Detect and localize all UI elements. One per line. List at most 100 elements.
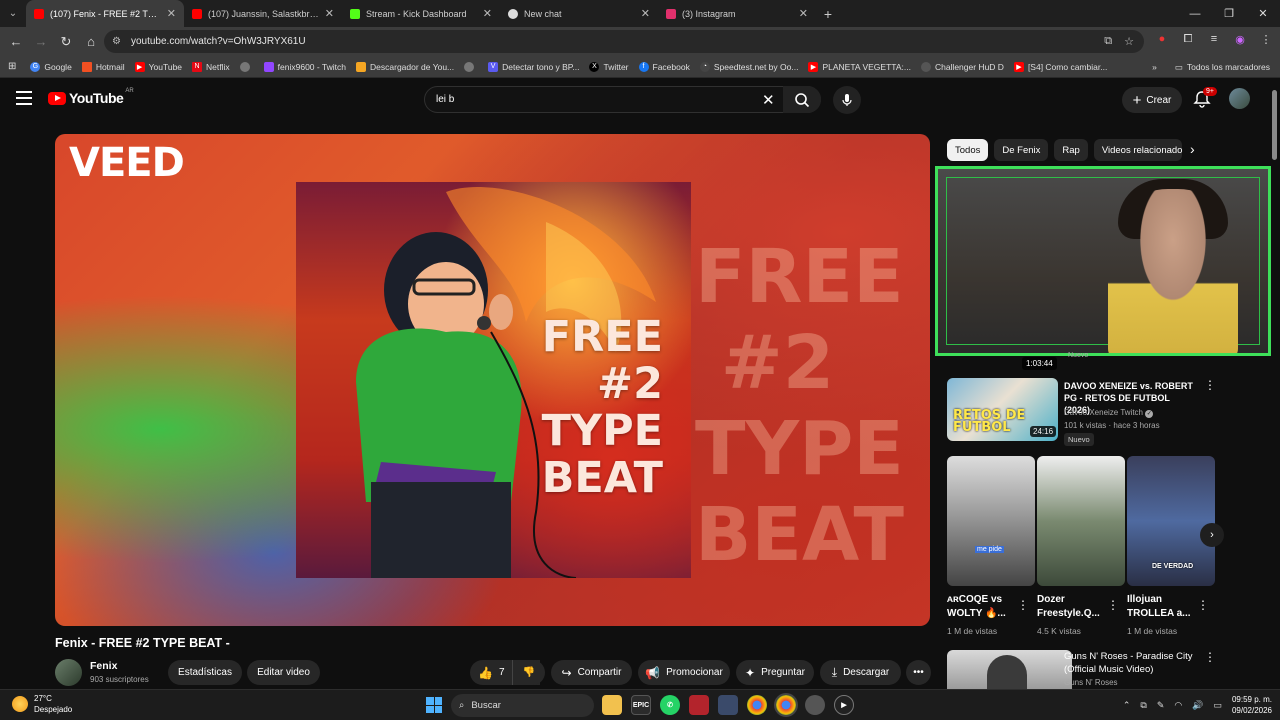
close-icon[interactable]: ✕ (483, 7, 492, 20)
chip-de-fenix[interactable]: De Fenix (994, 139, 1049, 161)
video-player[interactable]: VEED FREE #2 TYPE BEAT FREE #2 TYPE BEAT (55, 134, 930, 626)
windows-start-icon[interactable] (426, 697, 442, 713)
install-icon[interactable]: ⧉ (1104, 35, 1112, 48)
tab-new-chat[interactable]: New chat ✕ (500, 0, 658, 27)
chrome-icon[interactable] (747, 695, 767, 715)
bookmark-detectar-tono[interactable]: V Detectar tono y BP... (488, 61, 579, 72)
bookmarks-overflow[interactable]: » ▭ Todos los marcadores (1152, 56, 1270, 77)
home-icon[interactable]: ⌂ (79, 30, 103, 54)
rec-video-title[interactable]: Guns N' Roses - Paradise City (Official … (1064, 650, 1204, 676)
search-button[interactable] (783, 86, 821, 113)
rec-video-channel[interactable]: Davoo Xeneize Twitch ✓ (1064, 408, 1154, 418)
bookmark-facebook[interactable]: f Facebook (638, 61, 690, 72)
short-thumbnail[interactable]: DE VERDAD (1127, 456, 1215, 586)
bookmark-como-cambiar[interactable]: ▶ [S4] Como cambiar... (1013, 61, 1107, 72)
short-title[interactable]: ᴀʀCOQE vs WOLTY 🔥... (947, 593, 1019, 621)
app-tray-icon[interactable]: ⧉ (1140, 700, 1146, 711)
short-thumbnail[interactable] (1037, 456, 1125, 586)
voice-search-button[interactable] (833, 86, 861, 114)
extensions-puzzle-icon[interactable]: ⧠ (1180, 31, 1196, 47)
more-vertical-icon[interactable]: ⋮ (1197, 598, 1209, 612)
weather-widget[interactable]: 27°C Despejado (12, 693, 72, 715)
chevron-right-icon[interactable]: › (1190, 141, 1195, 157)
reload-icon[interactable]: ↻ (54, 30, 78, 54)
live-stream-thumbnail[interactable] (935, 166, 1271, 356)
more-vertical-icon[interactable]: ⋮ (1017, 598, 1029, 612)
epic-games-icon[interactable]: EPIC (631, 695, 651, 715)
share-button[interactable]: ↪ Compartir (551, 660, 632, 685)
more-vertical-icon[interactable]: ⋮ (1107, 598, 1119, 612)
chevron-double-right-icon[interactable]: » (1152, 62, 1157, 72)
bookmark-globe[interactable] (239, 61, 254, 72)
close-icon[interactable]: ✕ (167, 7, 176, 20)
bookmark-star-icon[interactable]: ☆ (1124, 35, 1134, 48)
bookmark-planeta-vegetta[interactable]: ▶ PLANETA VEGETTA:... (808, 61, 911, 72)
wifi-icon[interactable]: ◠ (1174, 700, 1182, 711)
ask-button[interactable]: ✦ Preguntar (736, 660, 814, 685)
chip-rap[interactable]: Rap (1054, 139, 1088, 161)
volume-icon[interactable]: 🔊 (1192, 700, 1203, 711)
clear-search-icon[interactable]: ✕ (762, 91, 775, 109)
bookmark-twitter[interactable]: X Twitter (589, 61, 629, 72)
clock[interactable]: 09:59 p. m. 09/02/2026 (1232, 694, 1272, 716)
channel-name[interactable]: Fenix (90, 660, 117, 672)
bookmark-descargador[interactable]: Descargador de You... (356, 61, 454, 72)
minimize-icon[interactable]: — (1178, 0, 1212, 27)
channel-avatar[interactable] (55, 659, 82, 686)
profile-icon[interactable]: ◉ (1232, 31, 1248, 47)
close-icon[interactable]: ✕ (325, 7, 334, 20)
battery-icon[interactable]: ▭ (1213, 700, 1222, 711)
file-explorer-icon[interactable] (602, 695, 622, 715)
window-close-icon[interactable]: ✕ (1246, 0, 1280, 27)
chevron-up-icon[interactable]: ⌃ (1123, 700, 1131, 711)
reading-list-icon[interactable]: ≡ (1206, 31, 1222, 47)
short-thumbnail[interactable]: me pide (947, 456, 1035, 586)
restore-icon[interactable]: ❐ (1212, 0, 1246, 27)
new-tab-button[interactable]: + (816, 6, 840, 22)
shorts-next-button[interactable]: › (1200, 523, 1224, 547)
chip-videos-relacionados[interactable]: Videos relacionado (1093, 139, 1182, 161)
forward-icon[interactable]: → (29, 30, 53, 54)
bookmark-globe-2[interactable] (464, 61, 478, 72)
bookmark-netflix[interactable]: N Netflix (192, 61, 230, 72)
close-icon[interactable]: ✕ (799, 7, 808, 20)
page-scrollbar[interactable] (1272, 90, 1277, 160)
short-title[interactable]: Illojuan TROLLEA a... (1127, 593, 1199, 621)
bookmark-challenger-hud[interactable]: Challenger HuD D (920, 61, 1004, 72)
bookmark-speedtest[interactable]: ◔ Speedtest.net by Oo... (699, 61, 798, 72)
youtube-logo[interactable]: YouTube AR (48, 88, 134, 106)
app-icon[interactable] (718, 695, 738, 715)
download-button[interactable]: ⤓ Descargar (820, 660, 901, 685)
chrome-active-icon[interactable] (774, 693, 798, 717)
more-vertical-icon[interactable]: ⋮ (1204, 650, 1216, 664)
promote-button[interactable]: 📢 Promocionar (638, 660, 730, 685)
tab-kick[interactable]: Stream - Kick Dashboard ✕ (342, 0, 500, 27)
bookmark-youtube[interactable]: ▶ YouTube (134, 61, 182, 72)
apps-grid-icon[interactable]: ⊞ (8, 61, 16, 72)
extension-red-icon[interactable]: ● (1154, 31, 1170, 47)
chip-todos[interactable]: Todos (947, 139, 989, 161)
short-title[interactable]: Dozer Freestyle.Q... (1037, 593, 1109, 621)
menu-icon[interactable]: ⋮ (1258, 31, 1274, 47)
back-icon[interactable]: ← (4, 30, 28, 54)
pen-icon[interactable]: ✎ (1157, 700, 1165, 711)
taskbar-search[interactable]: ⌕ Buscar (451, 694, 594, 717)
site-info-icon[interactable]: ⚙ (112, 36, 121, 47)
url-field[interactable]: ⚙ youtube.com/watch?v=OhW3JRYX61U ⧉ ☆ (104, 30, 1144, 53)
media-player-icon[interactable]: ▶ (834, 695, 854, 715)
tab-fenix[interactable]: (107) Fenix - FREE #2 TYPE BEAT - ✕ (26, 0, 184, 27)
app-icon[interactable] (805, 695, 825, 715)
bookmark-hotmail[interactable]: Hotmail (81, 61, 125, 72)
more-actions-button[interactable]: ••• (906, 660, 931, 685)
tab-search-icon[interactable]: ⌄ (0, 0, 26, 27)
search-input[interactable]: lei b ✕ (424, 86, 821, 113)
create-button[interactable]: + Crear (1122, 87, 1182, 113)
hamburger-menu-icon[interactable] (16, 91, 32, 105)
more-vertical-icon[interactable]: ⋮ (1204, 378, 1216, 392)
dislike-button[interactable]: 👎 (512, 660, 545, 685)
app-icon[interactable] (689, 695, 709, 715)
edit-video-button[interactable]: Editar video (247, 660, 320, 685)
bookmark-google[interactable]: G Google (30, 61, 72, 72)
rec-video-thumbnail[interactable] (947, 650, 1072, 690)
all-bookmarks-label[interactable]: Todos los marcadores (1187, 62, 1270, 72)
